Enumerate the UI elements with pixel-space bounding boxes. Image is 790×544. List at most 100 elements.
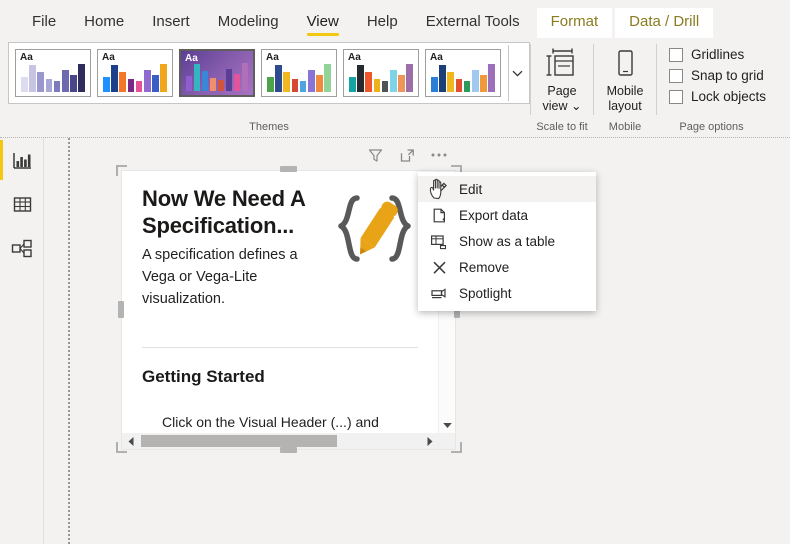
themes-group-label: Themes	[249, 121, 289, 133]
left-nav-rail	[0, 138, 44, 544]
ribbon-tabstrip: File Home Insert Modeling View Help Exte…	[0, 0, 790, 38]
context-menu-item-show-as-a-table[interactable]: Show as a table	[418, 228, 596, 254]
selection-handle-bottom-center[interactable]	[280, 447, 297, 453]
theme-preview-bars	[103, 64, 167, 92]
hand-pointer-cursor	[428, 178, 448, 200]
card-body-text: Click on the Visual Header (...) and cho…	[162, 414, 379, 430]
sidebar-item-model-view[interactable]	[0, 226, 44, 270]
bar-chart-icon	[12, 152, 31, 169]
ribbon-tab-data-drill[interactable]: Data / Drill	[615, 8, 714, 38]
page-view-icon	[544, 44, 580, 84]
page-view-label-text: view	[542, 99, 568, 113]
page-option-lock-objects[interactable]: Lock objects	[669, 86, 766, 107]
visual-horizontal-scrollbar-thumb[interactable]	[141, 435, 337, 447]
selection-handle-top-center[interactable]	[280, 166, 297, 172]
checkbox-icon[interactable]	[669, 47, 683, 62]
ribbon-tab-file[interactable]: File	[18, 14, 70, 38]
context-menu-item-export-data[interactable]: Export data	[418, 202, 596, 228]
themes-gallery[interactable]: Aa Aa Aa Aa Aa Aa	[8, 42, 530, 104]
table-icon	[13, 196, 31, 212]
ribbon-group-themes: Aa Aa Aa Aa Aa Aa Themes	[0, 38, 530, 137]
power-bi-window: File Home Insert Modeling View Help Exte…	[0, 0, 790, 544]
card-divider	[142, 347, 418, 348]
theme-preview-bars	[267, 64, 331, 92]
checkbox-icon[interactable]	[669, 68, 683, 83]
chevron-down-icon: ⌄	[571, 99, 582, 113]
theme-thumbnail-4[interactable]: Aa	[343, 49, 419, 97]
ribbon-group-scale-to-fit: Page view ⌄ Scale to fit	[531, 38, 593, 137]
theme-thumbnail-5[interactable]: Aa	[425, 49, 501, 97]
page-options-group-label: Page options	[679, 121, 744, 133]
ribbon-tab-external-tools[interactable]: External Tools	[412, 14, 534, 38]
context-menu-item-remove[interactable]: Remove	[418, 254, 596, 280]
selection-handle-bottom-right[interactable]	[451, 442, 462, 453]
page-view-label-line2: view ⌄	[543, 99, 582, 114]
theme-aa-label: Aa	[20, 52, 33, 63]
ribbon-tab-home[interactable]: Home	[70, 14, 138, 38]
page-options-checklist: Gridlines Snap to grid Lock objects	[657, 38, 766, 107]
visual-header-toolbar	[366, 146, 448, 164]
sidebar-item-report-view[interactable]	[0, 138, 44, 182]
scroll-right-arrow-icon[interactable]	[421, 433, 438, 449]
mobile-layout-label-line2: layout	[608, 99, 642, 113]
chevron-down-icon	[512, 70, 523, 77]
deneb-visual-container[interactable]: Now We Need A Specification... A specifi…	[121, 170, 456, 450]
more-options-icon[interactable]	[430, 146, 448, 164]
theme-aa-label: Aa	[348, 52, 361, 63]
ribbon-tab-help[interactable]: Help	[353, 14, 412, 38]
show-as-table-icon	[430, 232, 448, 250]
context-menu-item-label: Show as a table	[459, 233, 556, 249]
visual-content: Now We Need A Specification... A specifi…	[122, 171, 438, 433]
ribbon-tab-modeling[interactable]: Modeling	[204, 14, 293, 38]
focus-mode-icon[interactable]	[398, 146, 416, 164]
themes-gallery-more-button[interactable]	[508, 45, 526, 101]
mobile-group-label: Mobile	[608, 121, 642, 133]
deneb-pencil-braces-logo	[332, 193, 416, 267]
ribbon-tab-format[interactable]: Format	[536, 8, 613, 38]
ribbon-tab-insert[interactable]: Insert	[138, 14, 204, 38]
checkbox-icon[interactable]	[669, 89, 683, 104]
card-title: Now We Need A Specification...	[142, 186, 305, 238]
sidebar-item-data-view[interactable]	[0, 182, 44, 226]
theme-thumbnail-0[interactable]: Aa	[15, 49, 91, 97]
context-menu-item-spotlight[interactable]: Spotlight	[418, 280, 596, 306]
ribbon-group-page-options: Gridlines Snap to grid Lock objects Page o…	[657, 38, 766, 137]
phone-icon	[608, 44, 642, 84]
theme-aa-label: Aa	[102, 52, 115, 63]
theme-preview-bars	[349, 64, 413, 92]
theme-thumbnail-2[interactable]: Aa	[179, 49, 255, 97]
page-option-label: Gridlines	[691, 47, 745, 62]
report-canvas[interactable]: Now We Need A Specification... A specifi…	[44, 138, 790, 544]
spotlight-icon	[430, 284, 448, 302]
context-menu-item-label: Edit	[459, 181, 483, 197]
page-option-label: Snap to grid	[691, 68, 764, 83]
card-section-heading: Getting Started	[142, 367, 265, 386]
theme-thumbnail-1[interactable]: Aa	[97, 49, 173, 97]
page-view-label-line1: Page	[547, 84, 577, 98]
context-menu-item-label: Spotlight	[459, 285, 512, 301]
page-view-button[interactable]: Page view ⌄	[531, 38, 593, 114]
ribbon-tab-view[interactable]: View	[293, 14, 353, 38]
filter-icon[interactable]	[366, 146, 384, 164]
model-relationships-icon	[11, 239, 32, 257]
scroll-down-arrow-icon[interactable]	[439, 416, 455, 433]
context-menu-item-label: Export data	[459, 207, 529, 223]
theme-preview-bars	[431, 64, 495, 92]
page-option-gridlines[interactable]: Gridlines	[669, 44, 766, 65]
theme-aa-label: Aa	[430, 52, 443, 63]
context-menu-item-label: Remove	[459, 259, 510, 275]
page-option-snap-to-grid[interactable]: Snap to grid	[669, 65, 766, 86]
selection-handle-bottom-left[interactable]	[116, 442, 127, 453]
theme-thumbnail-3[interactable]: Aa	[261, 49, 337, 97]
close-x-icon	[430, 258, 448, 276]
mobile-layout-label-line1: Mobile	[606, 84, 644, 98]
export-data-icon	[430, 206, 448, 224]
selection-handle-middle-left[interactable]	[118, 301, 124, 318]
page-option-label: Lock objects	[691, 89, 767, 104]
theme-aa-label: Aa	[266, 52, 279, 63]
theme-preview-bars	[186, 63, 248, 91]
selection-handle-top-left[interactable]	[116, 165, 127, 176]
ribbon-group-mobile: Mobile layout Mobile	[594, 38, 656, 137]
mobile-layout-button[interactable]: Mobile layout	[594, 38, 656, 114]
card-subtitle: A specification defines a Vega or Vega-L…	[142, 247, 298, 307]
